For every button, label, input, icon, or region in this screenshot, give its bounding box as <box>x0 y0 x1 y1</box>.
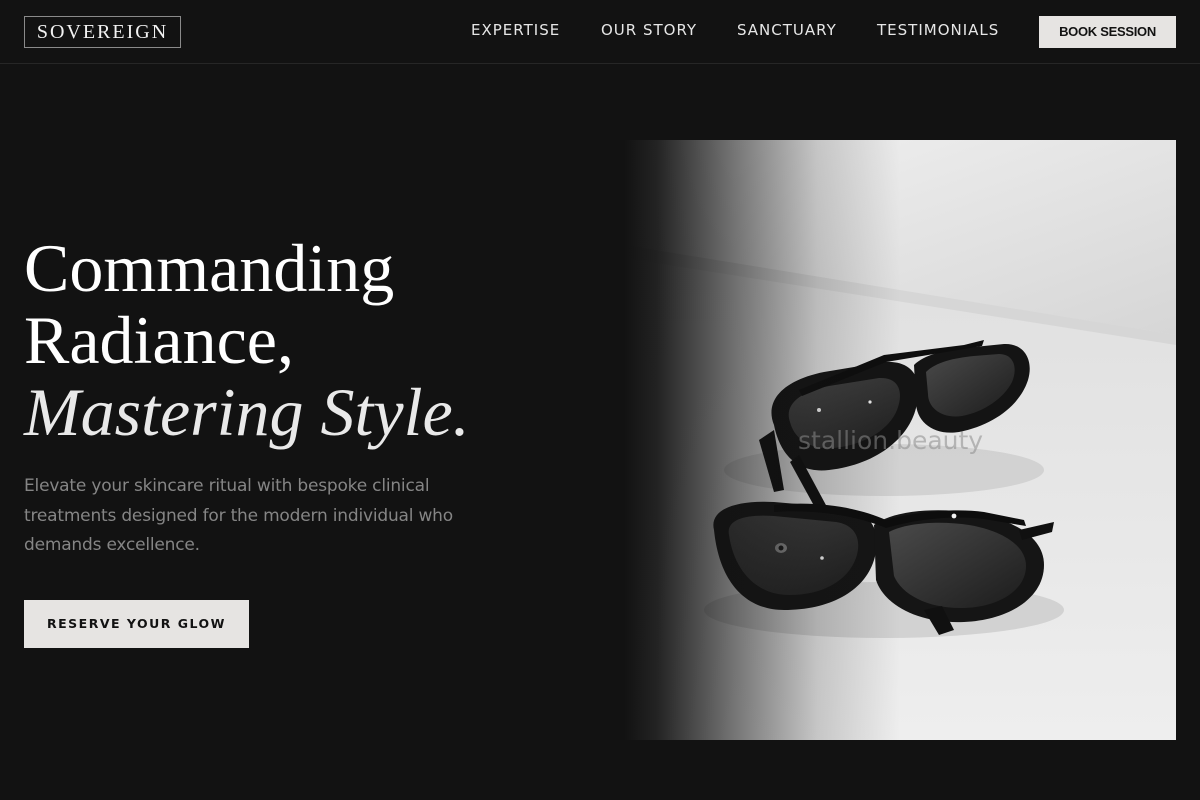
reserve-glow-button[interactable]: RESERVE YOUR GLOW <box>24 600 249 648</box>
site-header: SOVEREIGN EXPERTISE OUR STORY SANCTUARY … <box>0 0 1200 64</box>
headline-line-2: Radiance, <box>24 302 294 378</box>
nav-link-expertise[interactable]: EXPERTISE <box>471 21 560 39</box>
image-watermark: stallion.beauty <box>798 426 984 455</box>
nav-link-sanctuary[interactable]: SANCTUARY <box>737 21 837 39</box>
brand-logo[interactable]: SOVEREIGN <box>24 16 181 48</box>
book-session-button[interactable]: BOOK SESSION <box>1039 16 1176 48</box>
hero-headline: Commanding Radiance, Mastering Style. <box>24 232 470 448</box>
nav-link-our-story[interactable]: OUR STORY <box>601 21 697 39</box>
nav-link-testimonials[interactable]: TESTIMONIALS <box>877 21 999 39</box>
hero-image: stallion.beauty <box>624 140 1176 740</box>
headline-line-1: Commanding <box>24 230 395 306</box>
headline-line-3: Mastering Style. <box>24 374 470 450</box>
hero-subtext: Elevate your skincare ritual with bespok… <box>24 476 453 555</box>
